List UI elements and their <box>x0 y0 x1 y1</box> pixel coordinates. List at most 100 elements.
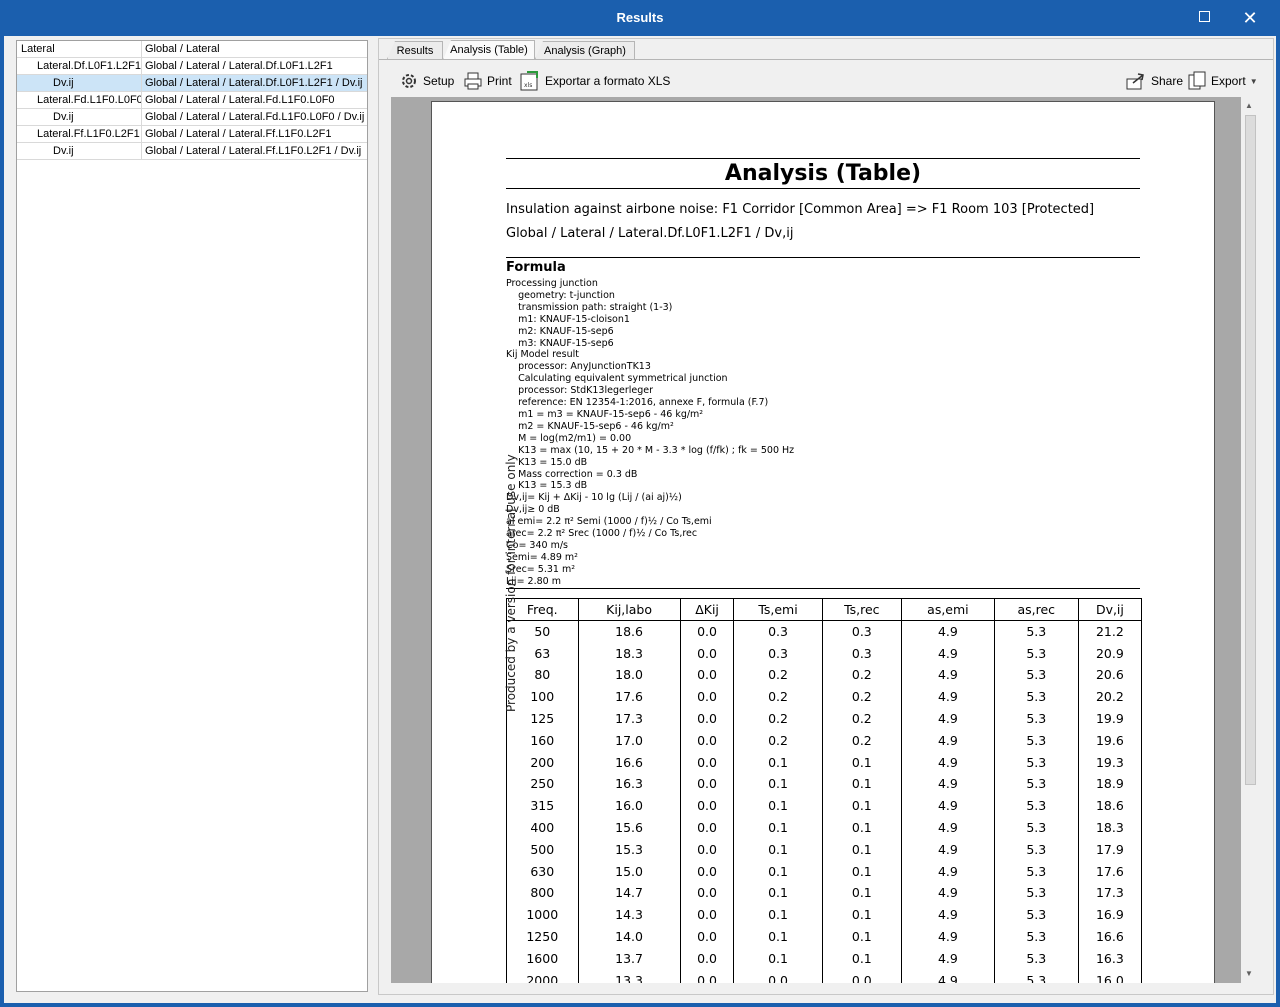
table-row: 800 14.7 0.0 0.1 0.1 4.9 5.3 17.3 <box>506 882 1143 904</box>
tree-row[interactable]: Lateral.Df.L0F1.L2F1 Global / Lateral / L… <box>17 58 367 75</box>
report-path: Global / Lateral / Lateral.Df.L0F1.L2F1 … <box>506 226 794 241</box>
table-cell: 0.0 <box>679 838 735 861</box>
table-cell: 0.0 <box>679 642 735 665</box>
table-cell: 14.3 <box>577 903 681 926</box>
formula-line: Lij= 2.80 m <box>506 575 561 587</box>
table-cell: 5.3 <box>993 794 1079 817</box>
table-cell: 0.0 <box>679 707 735 730</box>
formula-line: Srec= 5.31 m² <box>506 563 576 575</box>
table-cell: 0.1 <box>821 925 903 948</box>
table-cell: 0.0 <box>679 882 735 904</box>
table-cell: 4.9 <box>901 729 995 752</box>
table-cell: 16.6 <box>577 751 681 774</box>
tree-row[interactable]: Dv.ij Global / Lateral / Lateral.Ff.L1F0.… <box>17 143 367 160</box>
setup-button[interactable]: Setup <box>399 69 454 93</box>
table-cell: 16.3 <box>577 773 681 795</box>
table-row: 500 15.3 0.0 0.1 0.1 4.9 5.3 17.9 <box>506 838 1143 861</box>
table-cell: 20.9 <box>1077 642 1143 665</box>
table-cell: 0.0 <box>679 685 735 708</box>
table-cell: 0.1 <box>733 751 823 774</box>
table-cell: 0.2 <box>733 664 823 686</box>
tree-row[interactable]: Dv.ij Global / Lateral / Lateral.Fd.L1F0.… <box>17 109 367 126</box>
table-row: 315 16.0 0.0 0.1 0.1 4.9 5.3 18.6 <box>506 794 1143 817</box>
tree-row[interactable]: Lateral.Ff.L1F0.L2F1 Global / Lateral / L… <box>17 126 367 143</box>
formula-line: K13 = 15.0 dB <box>506 456 588 468</box>
scroll-down-icon[interactable]: ▼ <box>1245 969 1253 978</box>
table-cell: 0.1 <box>733 816 823 839</box>
table-cell: 200 <box>506 751 579 774</box>
formula-line: m3: KNAUF-15-sep6 <box>506 337 614 349</box>
table-cell: 14.0 <box>577 925 681 948</box>
table-cell: 5.3 <box>993 685 1079 708</box>
table-cell: 4.9 <box>901 838 995 861</box>
printer-icon <box>464 72 482 90</box>
table-cell: 0.1 <box>821 860 903 883</box>
scroll-thumb[interactable] <box>1245 115 1256 785</box>
close-button[interactable]: ✕ <box>1236 6 1264 30</box>
share-icon <box>1126 73 1144 90</box>
table-cell: 4.9 <box>901 642 995 665</box>
tree-row-path: Global / Lateral / Lateral.Ff.L1F0.L2F1 … <box>145 145 362 157</box>
table-cell: 17.6 <box>1077 860 1143 883</box>
table-cell: 5.3 <box>993 903 1079 926</box>
table-cell: 0.1 <box>821 751 903 774</box>
export-button[interactable]: Export ▼ <box>1187 69 1258 93</box>
formula-line: reference: EN 12354-1:2016, annexe F, fo… <box>506 397 769 409</box>
results-table: Freq. Kij,labo ΔKij Ts,emi Ts,rec as,emi as,re… <box>506 598 1143 983</box>
tree-row-name: Dv.ij <box>17 75 142 91</box>
table-cell: 5.3 <box>993 707 1079 730</box>
table-cell: 5.3 <box>993 860 1079 883</box>
table-header-cell: ΔKij <box>679 598 735 621</box>
table-cell: 19.9 <box>1077 707 1143 730</box>
formula-line: m2 = KNAUF-15-sep6 - 46 kg/m² <box>506 420 674 432</box>
table-cell: 160 <box>506 729 579 752</box>
tree-header-path: Global / Lateral <box>145 43 220 55</box>
table-cell: 0.0 <box>733 969 823 983</box>
table-cell: 0.2 <box>733 707 823 730</box>
table-cell: 14.7 <box>577 882 681 904</box>
tree-row-name: Lateral.Fd.L1F0.L0F0 <box>17 92 142 108</box>
table-cell: 400 <box>506 816 579 839</box>
table-cell: 18.0 <box>577 664 681 686</box>
setup-label: Setup <box>423 74 455 88</box>
tree-row[interactable]: Dv.ij Global / Lateral / Lateral.Df.L0F1.… <box>17 75 367 92</box>
table-row: 125 17.3 0.0 0.2 0.2 4.9 5.3 19.9 <box>506 707 1143 730</box>
table-cell: 18.9 <box>1077 773 1143 795</box>
table-header-row: Freq. Kij,labo ΔKij Ts,emi Ts,rec as,emi as,re… <box>506 598 1143 621</box>
table-cell: 17.9 <box>1077 838 1143 861</box>
table-cell: 4.9 <box>901 620 995 643</box>
table-cell: 0.3 <box>733 620 823 643</box>
report-subtitle: Insulation against airbone noise: F1 Cor… <box>506 202 1095 217</box>
formula-line: m2: KNAUF-15-sep6 <box>506 325 614 337</box>
formula-line: m1: KNAUF-15-cloison1 <box>506 313 630 325</box>
maximize-button[interactable] <box>1190 6 1218 30</box>
table-row: 200 16.6 0.0 0.1 0.1 4.9 5.3 19.3 <box>506 751 1143 774</box>
tree-header-row: Lateral Global / Lateral <box>17 41 367 58</box>
table-cell: 18.3 <box>1077 816 1143 839</box>
tree-row-name: Lateral.Ff.L1F0.L2F1 <box>17 126 142 142</box>
table-header-cell: Ts,rec <box>821 598 903 621</box>
table-header-cell: as,emi <box>901 598 995 621</box>
tree-row[interactable]: Lateral.Fd.L1F0.L0F0 Global / Lateral / L… <box>17 92 367 109</box>
maximize-icon <box>1198 10 1210 22</box>
tab-results[interactable]: Results <box>387 41 443 59</box>
preview-scrollbar[interactable]: ▲ ▼ <box>1241 97 1259 983</box>
formula-line: geometry: t-junction <box>506 289 615 301</box>
share-button[interactable]: Share <box>1125 69 1183 93</box>
export-xls-button[interactable]: xls Exportar a formato XLS <box>519 69 670 93</box>
table-cell: 0.3 <box>733 642 823 665</box>
formula-line: processor: StdK13legerleger <box>506 385 653 397</box>
table-cell: 0.0 <box>679 751 735 774</box>
table-cell: 0.1 <box>733 925 823 948</box>
title-bar: Results ✕ <box>0 0 1280 36</box>
table-cell: 0.1 <box>733 903 823 926</box>
tab-analysis-table[interactable]: Analysis (Table) <box>443 40 535 60</box>
print-button[interactable]: Print <box>463 69 512 93</box>
tab-analysis-graph[interactable]: Analysis (Graph) <box>535 41 635 59</box>
table-cell: 250 <box>506 773 579 795</box>
table-cell: 20.2 <box>1077 685 1143 708</box>
export-xls-label: Exportar a formato XLS <box>545 74 671 88</box>
table-cell: 0.1 <box>821 947 903 970</box>
table-cell: 13.7 <box>577 947 681 970</box>
scroll-up-icon[interactable]: ▲ <box>1245 101 1253 110</box>
